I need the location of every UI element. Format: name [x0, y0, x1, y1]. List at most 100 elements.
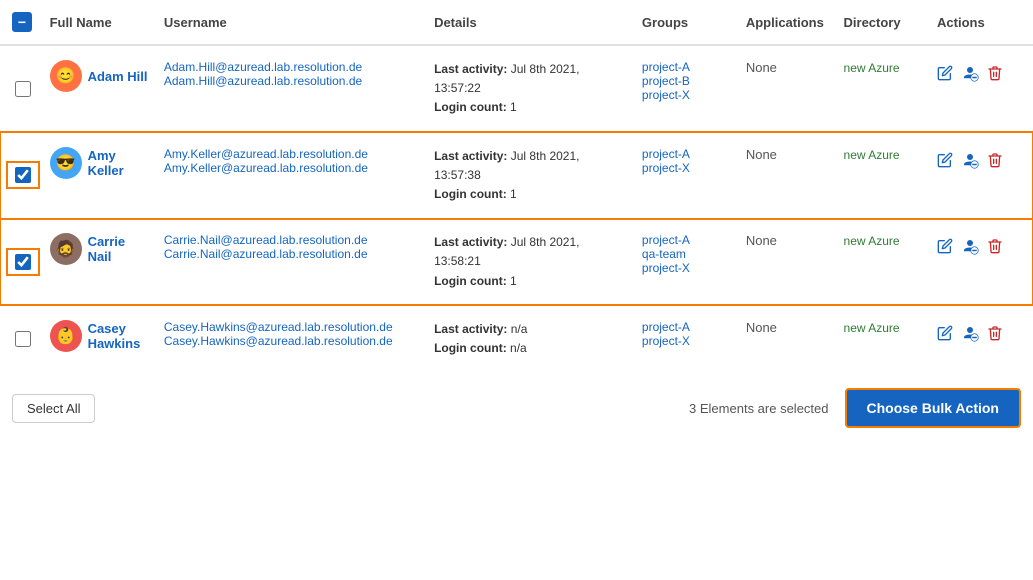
row-checkbox-cell-amy-keller: [0, 132, 42, 219]
user-name-cell-adam-hill: 😊Adam Hill: [42, 45, 156, 132]
users-table: Full Name Username Details Groups Applic…: [0, 0, 1033, 372]
groups-cell-adam-hill: project-Aproject-Bproject-X: [634, 45, 738, 132]
group-link-casey-hawkins-project-A[interactable]: project-A: [642, 320, 730, 334]
col-directory: Directory: [836, 0, 930, 45]
block-icon-amy-keller[interactable]: [961, 151, 979, 174]
username-cell-adam-hill: Adam.Hill@azuread.lab.resolution.deAdam.…: [156, 45, 426, 132]
user-name-link-carrie-nail[interactable]: Carrie Nail: [88, 234, 148, 264]
group-link-amy-keller-project-A[interactable]: project-A: [642, 147, 730, 161]
details-cell-carrie-nail: Last activity: Jul 8th 2021, 13:58:21Log…: [426, 219, 634, 306]
table-row: 👶Casey HawkinsCasey.Hawkins@azuread.lab.…: [0, 305, 1033, 372]
table-footer: Select All 3 Elements are selected Choos…: [0, 376, 1033, 428]
edit-icon-amy-keller[interactable]: [937, 152, 953, 173]
avatar-amy-keller: 😎: [50, 147, 82, 179]
table-row: 🧔Carrie Nail Carrie.Nail@azuread.lab.reso…: [0, 219, 1033, 306]
delete-icon-carrie-nail[interactable]: [987, 238, 1003, 259]
checkbox-adam-hill[interactable]: [15, 81, 31, 97]
group-link-adam-hill-project-B[interactable]: project-B: [642, 74, 730, 88]
col-details: Details: [426, 0, 634, 45]
applications-cell-adam-hill: None: [738, 45, 836, 132]
checkbox-carrie-nail[interactable]: [15, 254, 31, 270]
applications-cell-casey-hawkins: None: [738, 305, 836, 372]
group-link-carrie-nail-qa-team[interactable]: qa-team: [642, 247, 730, 261]
user-name-cell-amy-keller: 😎Amy Keller: [42, 132, 156, 219]
block-icon-adam-hill[interactable]: [961, 64, 979, 87]
directory-link-casey-hawkins[interactable]: new Azure: [844, 321, 900, 335]
applications-value-adam-hill: None: [746, 60, 777, 75]
table-row: 😊Adam HillAdam.Hill@azuread.lab.resoluti…: [0, 45, 1033, 132]
user-name-link-adam-hill[interactable]: Adam Hill: [88, 69, 148, 84]
table-row: 😎Amy KellerAmy.Keller@azuread.lab.resolu…: [0, 132, 1033, 219]
details-cell-casey-hawkins: Last activity: n/aLogin count: n/a: [426, 305, 634, 372]
avatar-carrie-nail: 🧔: [50, 233, 82, 265]
email-link1-amy-keller[interactable]: Amy.Keller@azuread.lab.resolution.de: [164, 147, 418, 161]
actions-cell-amy-keller: [929, 132, 1033, 219]
avatar-casey-hawkins: 👶: [50, 320, 82, 352]
col-applications: Applications: [738, 0, 836, 45]
email-link2-casey-hawkins[interactable]: Casey.Hawkins@azuread.lab.resolution.de: [164, 334, 418, 348]
applications-cell-carrie-nail: None: [738, 219, 836, 306]
directory-link-carrie-nail[interactable]: new Azure: [844, 234, 900, 248]
col-groups: Groups: [634, 0, 738, 45]
applications-cell-amy-keller: None: [738, 132, 836, 219]
col-actions: Actions: [929, 0, 1033, 45]
group-link-carrie-nail-project-X[interactable]: project-X: [642, 261, 730, 275]
email-link2-carrie-nail[interactable]: Carrie.Nail@azuread.lab.resolution.de: [164, 247, 418, 261]
email-link2-amy-keller[interactable]: Amy.Keller@azuread.lab.resolution.de: [164, 161, 418, 175]
edit-icon-casey-hawkins[interactable]: [937, 325, 953, 346]
edit-icon-carrie-nail[interactable]: [937, 238, 953, 259]
email-link1-carrie-nail[interactable]: Carrie.Nail@azuread.lab.resolution.de: [164, 233, 418, 247]
block-icon-carrie-nail[interactable]: [961, 237, 979, 260]
select-all-button[interactable]: Select All: [12, 394, 95, 423]
row-checkbox-cell-adam-hill: [0, 45, 42, 132]
block-icon-casey-hawkins[interactable]: [961, 324, 979, 347]
groups-cell-casey-hawkins: project-Aproject-X: [634, 305, 738, 372]
delete-icon-amy-keller[interactable]: [987, 152, 1003, 173]
username-cell-casey-hawkins: Casey.Hawkins@azuread.lab.resolution.deC…: [156, 305, 426, 372]
delete-icon-adam-hill[interactable]: [987, 65, 1003, 86]
elements-selected-label: 3 Elements are selected: [689, 401, 828, 416]
user-name-link-amy-keller[interactable]: Amy Keller: [88, 148, 148, 178]
directory-link-adam-hill[interactable]: new Azure: [844, 61, 900, 75]
user-name-link-casey-hawkins[interactable]: Casey Hawkins: [88, 321, 148, 351]
choose-bulk-action-button[interactable]: Choose Bulk Action: [845, 388, 1022, 428]
edit-icon-adam-hill[interactable]: [937, 65, 953, 86]
groups-cell-amy-keller: project-Aproject-X: [634, 132, 738, 219]
username-cell-amy-keller: Amy.Keller@azuread.lab.resolution.deAmy.…: [156, 132, 426, 219]
details-cell-adam-hill: Last activity: Jul 8th 2021, 13:57:22Log…: [426, 45, 634, 132]
group-link-amy-keller-project-X[interactable]: project-X: [642, 161, 730, 175]
details-cell-amy-keller: Last activity: Jul 8th 2021, 13:57:38Log…: [426, 132, 634, 219]
directory-cell-carrie-nail: new Azure: [836, 219, 930, 306]
select-all-checkbox[interactable]: [12, 12, 32, 32]
row-checkbox-cell-carrie-nail: [0, 219, 42, 306]
footer-right: 3 Elements are selected Choose Bulk Acti…: [689, 388, 1021, 428]
applications-value-casey-hawkins: None: [746, 320, 777, 335]
applications-value-amy-keller: None: [746, 147, 777, 162]
delete-icon-casey-hawkins[interactable]: [987, 325, 1003, 346]
col-username: Username: [156, 0, 426, 45]
group-link-casey-hawkins-project-X[interactable]: project-X: [642, 334, 730, 348]
users-table-container: Full Name Username Details Groups Applic…: [0, 0, 1033, 580]
groups-cell-carrie-nail: project-Aqa-teamproject-X: [634, 219, 738, 306]
row-checkbox-cell-casey-hawkins: [0, 305, 42, 372]
actions-cell-adam-hill: [929, 45, 1033, 132]
email-link2-adam-hill[interactable]: Adam.Hill@azuread.lab.resolution.de: [164, 74, 418, 88]
header-checkbox-cell[interactable]: [0, 0, 42, 45]
table-header-row: Full Name Username Details Groups Applic…: [0, 0, 1033, 45]
group-link-adam-hill-project-X[interactable]: project-X: [642, 88, 730, 102]
group-link-carrie-nail-project-A[interactable]: project-A: [642, 233, 730, 247]
applications-value-carrie-nail: None: [746, 233, 777, 248]
directory-cell-amy-keller: new Azure: [836, 132, 930, 219]
actions-cell-casey-hawkins: [929, 305, 1033, 372]
checkbox-casey-hawkins[interactable]: [15, 331, 31, 347]
email-link1-adam-hill[interactable]: Adam.Hill@azuread.lab.resolution.de: [164, 60, 418, 74]
group-link-adam-hill-project-A[interactable]: project-A: [642, 60, 730, 74]
directory-link-amy-keller[interactable]: new Azure: [844, 148, 900, 162]
directory-cell-adam-hill: new Azure: [836, 45, 930, 132]
checkbox-amy-keller[interactable]: [15, 167, 31, 183]
directory-cell-casey-hawkins: new Azure: [836, 305, 930, 372]
user-name-cell-casey-hawkins: 👶Casey Hawkins: [42, 305, 156, 372]
col-full-name: Full Name: [42, 0, 156, 45]
email-link1-casey-hawkins[interactable]: Casey.Hawkins@azuread.lab.resolution.de: [164, 320, 418, 334]
user-name-cell-carrie-nail: 🧔Carrie Nail: [42, 219, 156, 306]
